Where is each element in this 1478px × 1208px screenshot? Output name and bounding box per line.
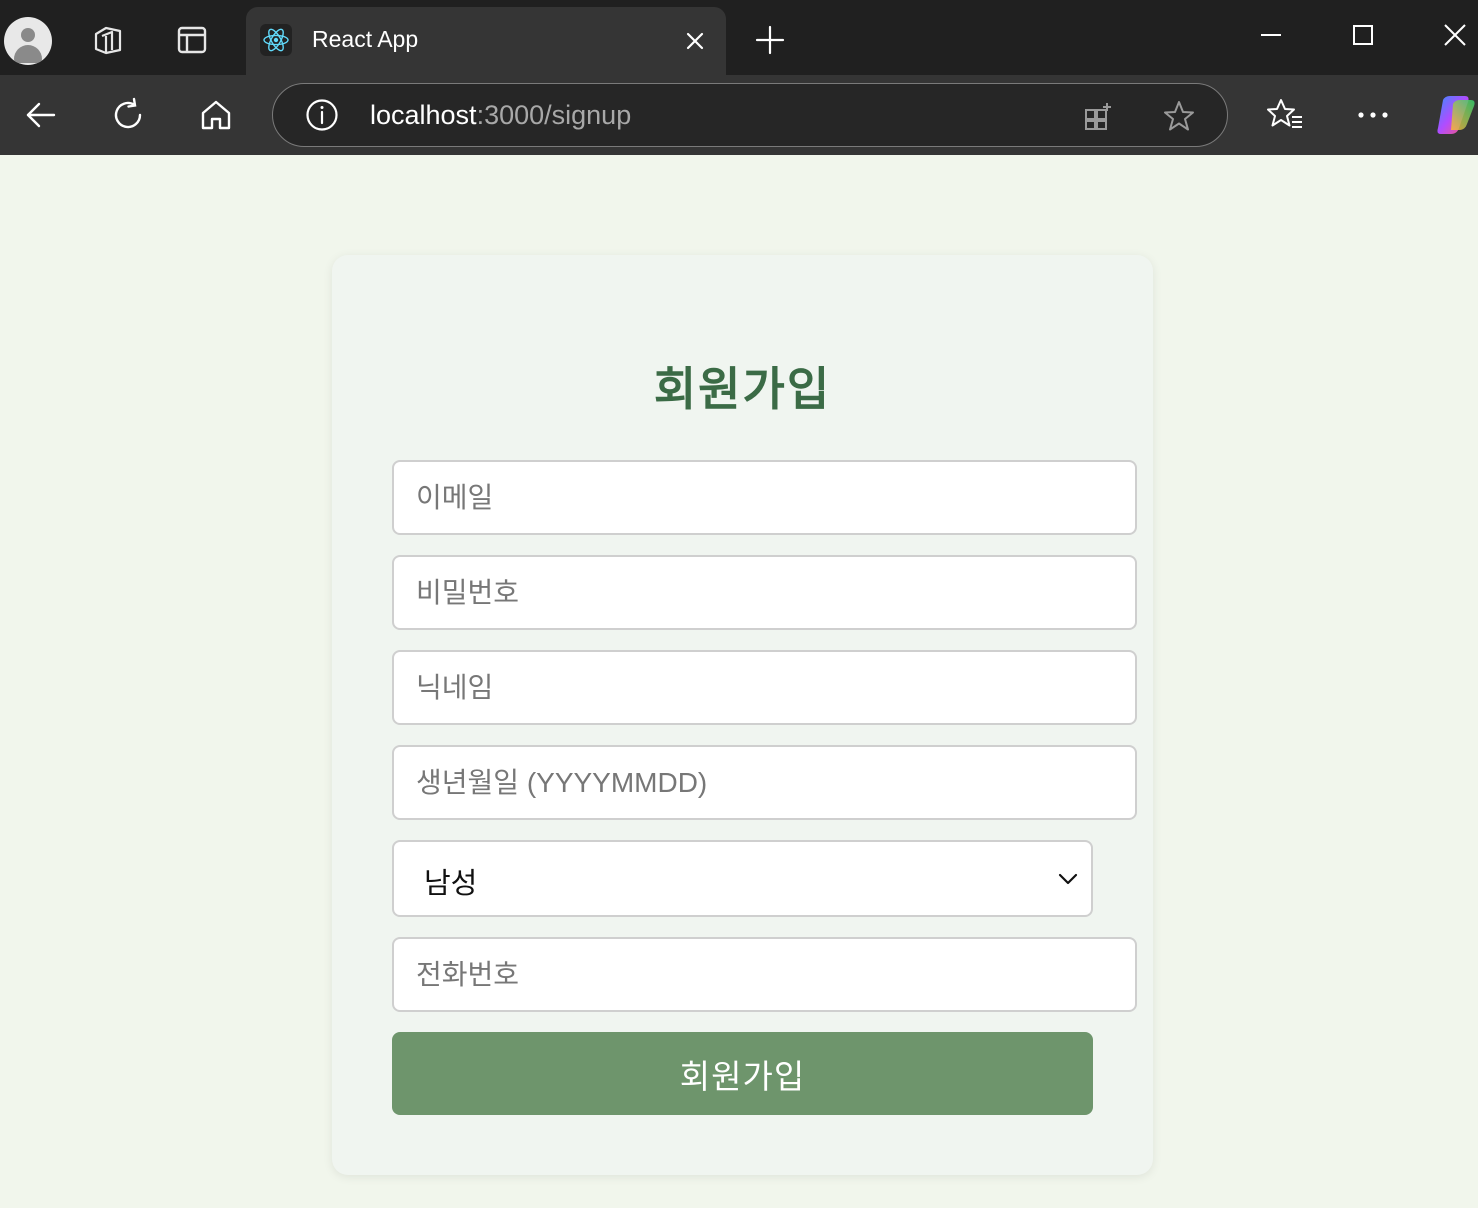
signup-submit-button[interactable]: 회원가입 [392, 1032, 1093, 1115]
page-title: 회원가입 [653, 362, 832, 416]
more-icon[interactable] [1349, 91, 1397, 139]
password-field[interactable] [392, 555, 1137, 630]
address-bar[interactable]: localhost:3000/signup [272, 83, 1228, 147]
tab-strip: React App [0, 0, 1478, 75]
maximize-icon[interactable] [1335, 12, 1391, 58]
chevron-down-icon [1055, 866, 1081, 892]
url-text[interactable]: localhost:3000/signup [370, 100, 631, 131]
info-icon[interactable] [305, 98, 339, 132]
browser-toolbar: localhost:3000/signup [0, 75, 1478, 155]
phone-field[interactable] [392, 937, 1137, 1012]
home-icon[interactable] [192, 91, 240, 139]
page-background: 회원가입 남성 회원가입 [0, 155, 1478, 1208]
nickname-field[interactable] [392, 650, 1137, 725]
email-field[interactable] [392, 460, 1137, 535]
minimize-icon[interactable] [1243, 12, 1299, 58]
url-host: localhost [370, 100, 477, 130]
workspaces-icon[interactable] [86, 18, 130, 62]
tab-title: React App [312, 26, 419, 52]
gender-select-value: 남성 [424, 866, 478, 900]
tab-close-icon[interactable] [676, 25, 714, 57]
birthdate-field[interactable] [392, 745, 1137, 820]
refresh-icon[interactable] [104, 91, 152, 139]
profile-body [14, 45, 42, 63]
tab-actions-icon[interactable] [170, 18, 214, 62]
favorites-icon[interactable] [1261, 91, 1309, 139]
back-arrow-icon[interactable] [16, 91, 64, 139]
new-tab-plus-icon[interactable] [750, 20, 790, 60]
profile-avatar[interactable] [4, 17, 52, 65]
active-tab[interactable]: React App [246, 7, 726, 75]
gender-select[interactable]: 남성 [392, 840, 1093, 917]
url-path: :3000/signup [476, 100, 632, 130]
profile-head [21, 28, 35, 42]
react-logo-icon [260, 24, 292, 56]
copilot-icon[interactable] [1432, 91, 1478, 139]
window-close-icon[interactable] [1427, 12, 1478, 58]
add-app-icon[interactable] [1079, 96, 1119, 136]
signup-card: 회원가입 남성 회원가입 [332, 255, 1153, 1175]
star-icon[interactable] [1159, 96, 1199, 136]
